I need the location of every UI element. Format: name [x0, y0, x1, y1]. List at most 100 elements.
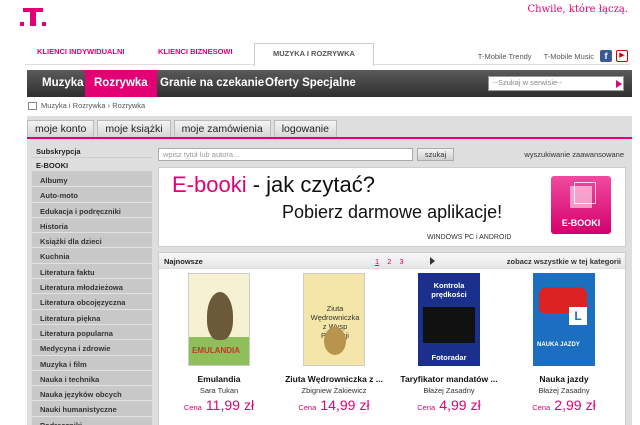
- nav-muzyka[interactable]: Muzyka: [33, 70, 93, 97]
- ebook-badge-icon: E-BOOKI: [551, 176, 611, 234]
- book-author: Błażej Zasadny: [538, 386, 590, 395]
- cover-title: EMULANDIA: [192, 346, 240, 355]
- price-label: Cena: [183, 403, 202, 412]
- sidebar-item[interactable]: Edukacja i podręczniki: [32, 202, 152, 218]
- sidebar-item[interactable]: Historia: [32, 217, 152, 234]
- book-card[interactable]: Kontrola prędkości Fotoradar Taryfikator…: [399, 273, 499, 413]
- book-title[interactable]: Taryfikator mandatów ...: [399, 374, 499, 384]
- top-links: T-Mobile Trendy T-Mobile Music f ▶: [466, 50, 628, 62]
- sidebar-item[interactable]: Literatura młodzieżowa: [32, 279, 152, 295]
- cover-title: Kontrola prędkości: [431, 281, 467, 299]
- price-value: 11,99: [205, 397, 240, 413]
- book-card[interactable]: L NAUKA JAZDY Nauka jazdy Błażej Zasadny…: [514, 273, 614, 413]
- book-card[interactable]: EMULANDIA Emulandia Sara Tukan Cena 11,9…: [169, 273, 269, 413]
- advanced-search-link[interactable]: wyszukiwanie zaawansowane: [524, 150, 624, 159]
- sidebar-heading-subskrypcja[interactable]: Subskrypcja: [32, 144, 152, 158]
- book-price: Cena 4,99 zł: [399, 397, 499, 413]
- accent-line: [27, 137, 632, 139]
- price-currency: zł: [359, 397, 370, 413]
- account-tabs: moje konto moje książki moje zamówienia …: [27, 120, 340, 138]
- t-mobile-logo[interactable]: [20, 8, 46, 28]
- page-3[interactable]: 3: [400, 257, 404, 266]
- book-title[interactable]: Nauka jazdy: [514, 374, 614, 384]
- facebook-icon[interactable]: f: [600, 50, 612, 62]
- sidebar-item[interactable]: Albumy: [32, 172, 152, 188]
- price-currency: zł: [470, 397, 481, 413]
- next-page-icon[interactable]: [429, 257, 435, 265]
- trendy-link[interactable]: T-Mobile Trendy: [478, 52, 532, 61]
- page-1[interactable]: 1: [375, 257, 379, 266]
- book-author: Zbigniew Żakiewicz: [301, 386, 367, 395]
- banner-platforms: WINDOWS PC i ANDROID: [427, 234, 512, 241]
- price-label: Cena: [417, 403, 436, 412]
- banner-subtitle: Pobierz darmowe aplikacje!: [282, 202, 503, 222]
- book-price: Cena 2,99 zł: [514, 397, 614, 413]
- book-price: Cena 14,99 zł: [284, 397, 384, 413]
- sidebar-item[interactable]: Nauka języków obcych: [32, 386, 152, 402]
- category-sidebar: Subskrypcja E-BOOKI Albumy Auto-moto Edu…: [32, 144, 152, 425]
- book-author: Sara Tukan: [199, 386, 239, 395]
- book-title[interactable]: Ziuta Wędrowniczka z ...: [284, 374, 384, 384]
- price-currency: zł: [244, 397, 255, 413]
- breadcrumb-text[interactable]: Muzyka i Rozrywka › Rozrywka: [41, 101, 145, 110]
- sidebar-item[interactable]: Nauki humanistyczne: [32, 401, 152, 417]
- cover-letter: L: [569, 307, 587, 325]
- price-label: Cena: [298, 403, 317, 412]
- tab-moje-zamowienia[interactable]: moje zamówienia: [173, 120, 271, 137]
- ebook-banner[interactable]: E-booki - jak czytać? Pobierz darmowe ap…: [158, 167, 626, 247]
- book-cover[interactable]: Ziuta Wędrowniczka z Wysp Polinezji: [303, 273, 365, 366]
- sidebar-heading-ebooki[interactable]: E-BOOKI: [32, 158, 152, 172]
- sidebar-item[interactable]: Auto-moto: [32, 187, 152, 203]
- sidebar-item[interactable]: Kuchnia: [32, 248, 152, 264]
- ebook-badge-label: E-BOOKI: [561, 218, 601, 228]
- banner-title-pink: E-booki: [172, 172, 247, 197]
- breadcrumb: Muzyka i Rozrywka › Rozrywka: [28, 101, 145, 110]
- see-all-link[interactable]: zobacz wszystkie w tej kategorii: [507, 257, 621, 266]
- tab-klienci-biznesowi[interactable]: KLIENCI BIZNESOWI: [158, 47, 233, 56]
- sidebar-item[interactable]: Medycyna i zdrowie: [32, 340, 152, 356]
- sidebar-item[interactable]: Literatura obcojęzyczna: [32, 294, 152, 310]
- book-price: Cena 11,99 zł: [169, 397, 269, 413]
- page-2[interactable]: 2: [387, 257, 391, 266]
- newest-books: Najnowsze 1 2 3 zobacz wszystkie w tej k…: [158, 252, 626, 425]
- nav-rozrywka[interactable]: Rozrywka: [85, 70, 157, 97]
- tab-logowanie[interactable]: logowanie: [273, 120, 337, 137]
- price-value: 14,99: [320, 397, 356, 413]
- price-label: Cena: [532, 403, 551, 412]
- price-value: 4,99: [439, 397, 467, 413]
- main-panel: wpisz tytuł lub autora... szukaj wyszuki…: [158, 144, 628, 425]
- banner-title: E-booki - jak czytać?: [172, 172, 375, 198]
- main-nav: Muzyka Rozrywka Granie na czekanie Ofert…: [27, 70, 632, 97]
- tab-moje-konto[interactable]: moje konto: [27, 120, 95, 137]
- sidebar-item[interactable]: Podręczniki: [32, 416, 152, 425]
- search-button[interactable]: szukaj: [417, 148, 454, 161]
- sidebar-item[interactable]: Literatura faktu: [32, 263, 152, 280]
- sidebar-item[interactable]: Książki dla dzieci: [32, 233, 152, 249]
- site-search-input[interactable]: --Szukaj w serwisie--: [488, 76, 624, 91]
- price-currency: zł: [585, 397, 596, 413]
- sidebar-item[interactable]: Literatura piękna: [32, 309, 152, 325]
- sidebar-item[interactable]: Literatura popularna: [32, 324, 152, 341]
- tab-moje-ksiazki[interactable]: moje książki: [97, 120, 171, 137]
- tab-klienci-indywidualni[interactable]: KLIENCI INDYWIDUALNI: [37, 47, 125, 56]
- book-title[interactable]: Emulandia: [169, 374, 269, 384]
- sidebar-item[interactable]: Muzyka i film: [32, 355, 152, 371]
- search-arrow-icon[interactable]: [616, 80, 622, 88]
- nav-granie-na-czekanie[interactable]: Granie na czekanie: [151, 70, 273, 97]
- sidebar-item[interactable]: Nauka i technika: [32, 370, 152, 387]
- youtube-icon[interactable]: ▶: [616, 50, 628, 62]
- tab-muzyka-i-rozrywka[interactable]: MUZYKA I ROZRYWKA: [254, 43, 374, 66]
- price-value: 2,99: [554, 397, 582, 413]
- book-cover[interactable]: L NAUKA JAZDY: [533, 273, 595, 366]
- pagination: 1 2 3: [375, 257, 435, 266]
- banner-title-rest: - jak czytać?: [246, 172, 375, 197]
- home-icon[interactable]: [28, 101, 37, 110]
- nav-oferty-specjalne[interactable]: Oferty Specjalne: [256, 70, 365, 97]
- content-area: moje konto moje książki moje zamówienia …: [27, 116, 632, 425]
- book-cover[interactable]: EMULANDIA: [188, 273, 250, 366]
- music-link[interactable]: T-Mobile Music: [544, 52, 594, 61]
- newest-header: Najnowsze 1 2 3 zobacz wszystkie w tej k…: [159, 253, 625, 269]
- book-search-input[interactable]: wpisz tytuł lub autora...: [158, 148, 413, 161]
- book-cover[interactable]: Kontrola prędkości Fotoradar: [418, 273, 480, 366]
- book-card[interactable]: Ziuta Wędrowniczka z Wysp Polinezji Ziut…: [284, 273, 384, 413]
